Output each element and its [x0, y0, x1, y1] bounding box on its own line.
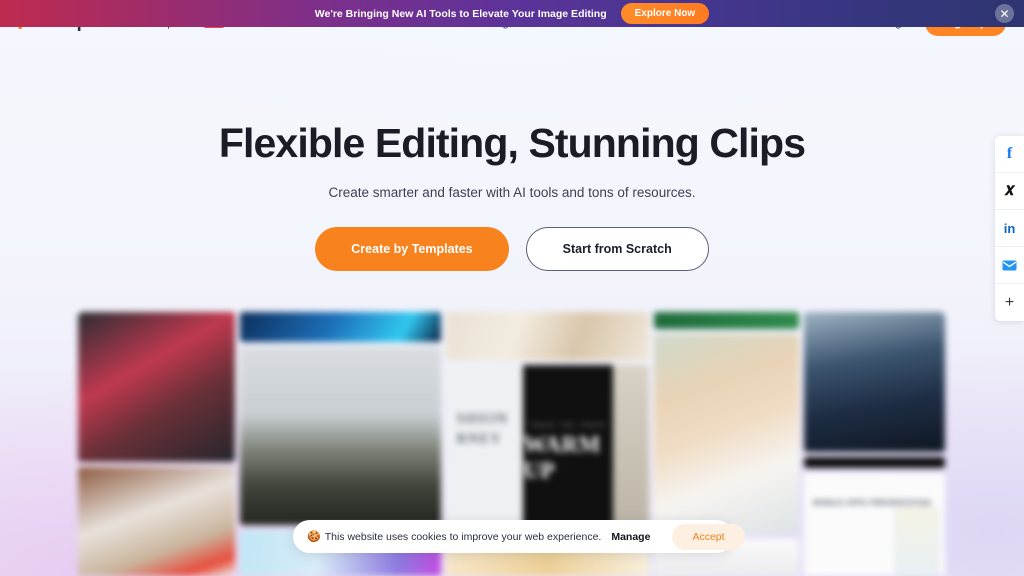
page-title: Flexible Editing, Stunning Clips	[218, 120, 806, 166]
email-icon[interactable]	[995, 247, 1024, 284]
gallery-column	[78, 312, 235, 576]
envelope-glyph	[1002, 260, 1017, 270]
fashion-photo	[612, 365, 650, 541]
x-twitter-icon[interactable]: 𝑿	[995, 173, 1024, 210]
plus-icon[interactable]: +	[995, 284, 1024, 321]
template-thumbnail[interactable]	[446, 312, 650, 360]
template-thumbnail[interactable]	[804, 312, 945, 452]
template-thumbnail[interactable]	[239, 347, 442, 525]
accept-cookies-button[interactable]: Accept	[672, 523, 745, 550]
social-share-rail: f 𝑿 in +	[995, 136, 1024, 321]
phone-mockup	[895, 507, 939, 576]
hero-subtitle: Create smarter and faster with AI tools …	[328, 184, 696, 200]
template-thumbnail[interactable]	[239, 312, 442, 342]
cookie-icon: 🍪	[307, 531, 321, 543]
gallery-column: MOBILE APPS PRESENTATION	[804, 312, 945, 576]
template-thumbnail[interactable]	[654, 334, 799, 534]
template-thumbnail[interactable]	[654, 312, 799, 329]
promo-banner: We're Bringing New AI Tools to Elevate Y…	[0, 0, 1024, 27]
cookie-consent-bar: 🍪 This website uses cookies to improve y…	[293, 520, 745, 553]
template-thumbnail[interactable]	[78, 467, 235, 576]
close-icon[interactable]: ✕	[995, 4, 1014, 23]
template-thumbnail[interactable]	[804, 457, 945, 468]
warm-up-kicker: TRACK THE TRACK	[529, 422, 607, 429]
fashion-line-2: RNEY	[456, 431, 503, 448]
manage-cookies-link[interactable]: Manage	[611, 531, 650, 543]
facebook-icon[interactable]: f	[995, 136, 1024, 173]
fashion-line-1: SHION	[456, 411, 509, 427]
create-by-templates-button[interactable]: Create by Templates	[315, 226, 509, 271]
template-thumbnail-fashion[interactable]: SHION RNEY TRACK THE TRACK WARM UP	[446, 365, 650, 541]
cookie-message: This website uses cookies to improve you…	[324, 530, 602, 543]
warm-up-card: TRACK THE TRACK WARM UP	[523, 365, 613, 541]
template-thumbnail[interactable]	[78, 312, 235, 462]
promo-text: We're Bringing New AI Tools to Elevate Y…	[314, 7, 607, 20]
template-thumbnail-mobile-apps[interactable]: MOBILE APPS PRESENTATION	[804, 473, 945, 576]
explore-now-button[interactable]: Explore Now	[620, 3, 710, 24]
fashion-caption: SHION RNEY	[446, 365, 523, 541]
hero-cta-group: Create by Templates Start from Scratch	[0, 226, 1024, 271]
hero-section: Flexible Editing, Stunning Clips Create …	[0, 120, 1024, 271]
warm-up-title: WARM UP	[523, 431, 601, 483]
linkedin-icon[interactable]: in	[995, 210, 1024, 247]
start-from-scratch-button[interactable]: Start from Scratch	[525, 226, 709, 271]
